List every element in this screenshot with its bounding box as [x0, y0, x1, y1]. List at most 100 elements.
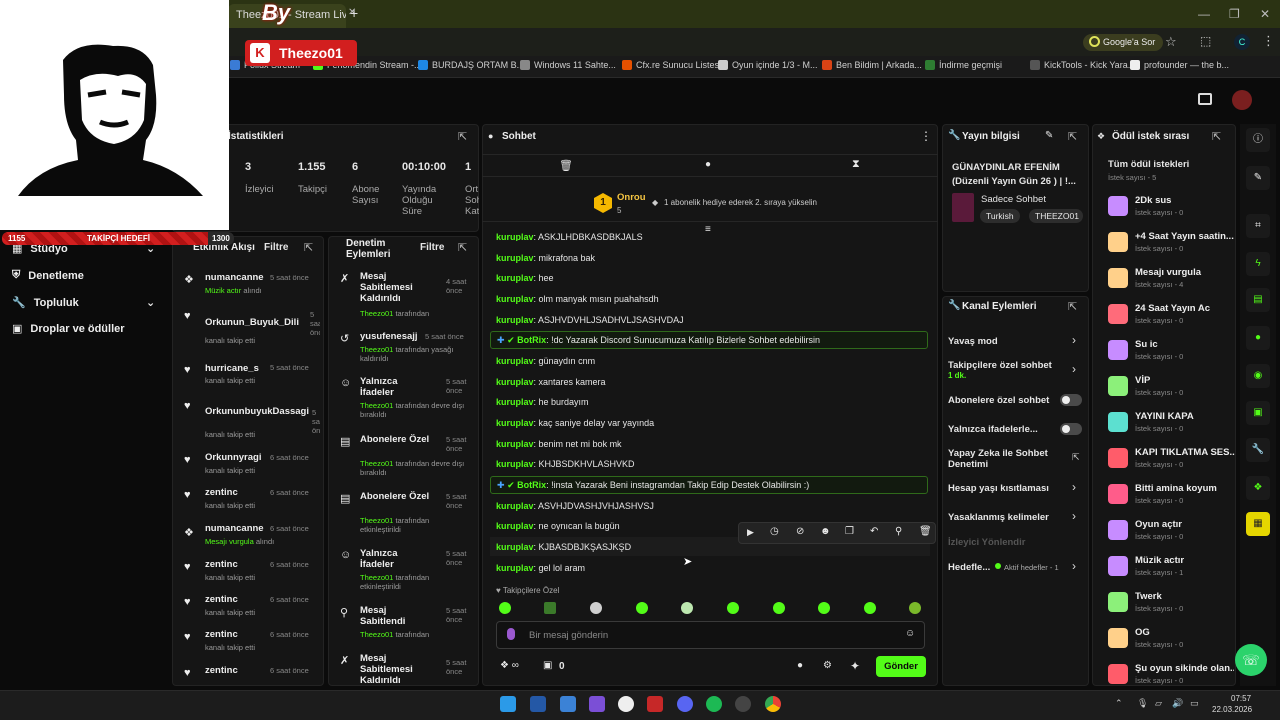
stream-category[interactable]: Sadece Sohbet — [981, 194, 1046, 205]
chevron-right-icon[interactable]: › — [1072, 480, 1076, 494]
activity-user[interactable]: numancanne — [205, 272, 264, 283]
chat-message[interactable]: kuruplav: KJBASDBJKŞASJKŞD — [496, 542, 631, 552]
battery-icon[interactable]: ▭ — [1190, 698, 1199, 709]
hourglass-icon[interactable]: ⧗ — [852, 158, 860, 171]
chat-message[interactable]: kuruplav: xantares kamera — [496, 377, 606, 387]
app-icon[interactable] — [647, 696, 663, 712]
collapse-icon[interactable]: ≡ — [705, 224, 711, 235]
volume-icon[interactable]: 🔊 — [1172, 698, 1183, 709]
app-icon[interactable] — [735, 696, 751, 712]
emote-menu-icon[interactable]: ✦ — [850, 659, 860, 673]
lightning-icon[interactable]: ϟ — [1246, 252, 1270, 276]
chat-username[interactable]: BotRix — [517, 480, 546, 490]
reward-item[interactable]: Su ic İstek sayısı - 0 — [1108, 336, 1234, 366]
reward-item[interactable]: VİP İstek sayısı - 0 — [1108, 372, 1234, 402]
chat-username[interactable]: kuruplav — [496, 501, 534, 511]
support-chat-icon[interactable]: ☏ — [1235, 644, 1267, 676]
obs-icon[interactable] — [618, 696, 634, 712]
chat-message[interactable]: kuruplav: günaydın cnm — [496, 356, 595, 366]
edit-icon[interactable]: ✎ — [1045, 130, 1053, 141]
chat-username[interactable]: kuruplav — [496, 397, 534, 407]
chat-message[interactable]: kuruplav: ASVHJDVASHJVHJASHVSJ — [496, 501, 654, 511]
activity-user[interactable]: zentinc — [205, 559, 238, 570]
chat-username[interactable]: kuruplav — [496, 377, 534, 387]
reward-item[interactable]: 24 Saat Yayın Ac İstek sayısı - 0 — [1108, 300, 1234, 330]
undo-icon[interactable]: ↶ — [870, 526, 878, 537]
bookmark-item[interactable]: BURDAJŞ ORTAM B... — [418, 60, 524, 70]
nav-item-moderation[interactable]: ⛨ Denetleme — [12, 269, 84, 282]
popout-icon[interactable]: ⇱ — [458, 241, 467, 254]
slow-mode-label[interactable]: Yavaş mod — [948, 336, 998, 347]
emote-icon[interactable] — [544, 602, 556, 614]
timeout-icon[interactable]: ◷ — [770, 526, 779, 537]
moderation-actor[interactable]: Theezo01 — [360, 345, 393, 354]
delete-icon[interactable]: 🗑 — [919, 526, 932, 537]
chevron-right-icon[interactable]: › — [1072, 559, 1076, 573]
stream-preview-icon[interactable] — [1198, 93, 1212, 105]
emote-icon[interactable] — [499, 602, 511, 614]
emote-icon[interactable] — [636, 602, 648, 614]
taskbar-time[interactable]: 07:57 — [1231, 694, 1251, 703]
all-rewards-label[interactable]: Tüm ödül istekleri — [1108, 159, 1189, 170]
chat-message[interactable]: kuruplav: gel lol aram — [496, 563, 585, 573]
chat-username[interactable]: kuruplav — [496, 521, 534, 531]
chat-menu-icon[interactable]: ⋮ — [920, 129, 932, 143]
reward-item[interactable]: KAPI TIKLATMA SES... İstek sayısı - 0 — [1108, 444, 1235, 474]
bookmark-item[interactable]: KickTools - Kick Yara... — [1030, 60, 1135, 70]
nav-item-drops[interactable]: ▣ Droplar ve ödüller — [12, 322, 125, 336]
broadcast-icon[interactable]: ◉ — [1246, 364, 1270, 388]
reward-item[interactable]: OG İstek sayısı - 0 — [1108, 624, 1234, 654]
edit-icon[interactable]: ✎ — [1246, 166, 1270, 190]
emotes-only-toggle[interactable] — [1060, 423, 1082, 435]
chat-icon[interactable]: ● — [1246, 326, 1270, 350]
chevron-right-icon[interactable]: › — [1072, 509, 1076, 523]
gear-icon[interactable]: ⚙ — [823, 660, 832, 671]
copy-icon[interactable]: ❐ — [845, 526, 854, 537]
chat-message[interactable]: kuruplav: olm manyak mısın puahahsdh — [496, 294, 659, 304]
emote-icon[interactable] — [590, 602, 602, 614]
nav-item-community[interactable]: 🔧 Topluluk ⌄ — [12, 296, 155, 310]
reward-item[interactable]: Twerk İstek sayısı - 0 — [1108, 588, 1234, 618]
chat-settings-bubble-icon[interactable]: ● — [797, 660, 803, 671]
moderation-actor[interactable]: Theezo01 — [360, 309, 393, 318]
goals-label[interactable]: Hedefle... — [948, 562, 990, 573]
app-grid-icon[interactable] — [589, 696, 605, 712]
maximize-icon[interactable]: ❐ — [1229, 7, 1240, 21]
reward-item[interactable]: YAYINI KAPA İstek sayısı - 0 — [1108, 408, 1234, 438]
reward-item[interactable]: 2Dk sus İstek sayısı - 0 — [1108, 192, 1234, 222]
user-avatar[interactable] — [1232, 90, 1252, 110]
chat-message[interactable]: kuruplav: he burdayım — [496, 397, 589, 407]
top-gifter-name[interactable]: Onrou — [617, 192, 646, 203]
emote-icon[interactable] — [681, 602, 693, 614]
moderation-actor[interactable]: Theezo01 — [360, 630, 393, 639]
moderation-actor[interactable]: Theezo01 — [360, 401, 393, 410]
popout-icon[interactable]: ⇱ — [304, 241, 313, 254]
chat-username[interactable]: kuruplav — [496, 315, 534, 325]
discord-icon[interactable] — [677, 696, 693, 712]
external-link-icon[interactable]: ⇱ — [1072, 452, 1080, 463]
terminal-icon[interactable] — [530, 696, 546, 712]
chat-message[interactable]: kuruplav: ASJHVDVHLJSADHVLJSASHVDAJ — [496, 315, 684, 325]
browser-menu-icon[interactable]: ⋮ — [1262, 33, 1275, 49]
emote-icon[interactable]: ☻ — [820, 526, 831, 537]
activity-user[interactable]: zentinc — [205, 665, 238, 676]
chat-icon[interactable]: ● — [705, 159, 711, 170]
moderation-actor[interactable]: Theezo01 — [360, 573, 393, 582]
activity-user[interactable]: zentinc — [205, 487, 238, 498]
emote-icon[interactable] — [818, 602, 830, 614]
network-icon[interactable]: ▱ — [1155, 698, 1162, 709]
moderation-action[interactable]: yusufenesajj — [360, 331, 418, 342]
chevron-right-icon[interactable]: › — [1072, 362, 1076, 376]
account-age-label[interactable]: Hesap yaşı kısıtlaması — [948, 483, 1049, 494]
activity-user[interactable]: hurricane_s — [205, 363, 259, 374]
mic-icon[interactable] — [507, 628, 515, 640]
profile-avatar[interactable]: C — [1234, 34, 1250, 50]
tray-chevron-icon[interactable]: ⌃ — [1115, 698, 1123, 709]
extensions-icon[interactable]: ⬚ — [1200, 34, 1211, 48]
pin-icon[interactable]: ⚲ — [895, 526, 902, 537]
bookmark-star-icon[interactable]: ☆ — [1165, 34, 1177, 50]
bookmark-item[interactable]: Cfx.re Sunucu Listesi — [622, 60, 721, 70]
reward-item[interactable]: Mesajı vurgula İstek sayısı - 4 — [1108, 264, 1234, 294]
emoji-picker-icon[interactable]: ☺ — [905, 628, 915, 639]
popout-icon[interactable]: ⇱ — [1068, 300, 1077, 313]
